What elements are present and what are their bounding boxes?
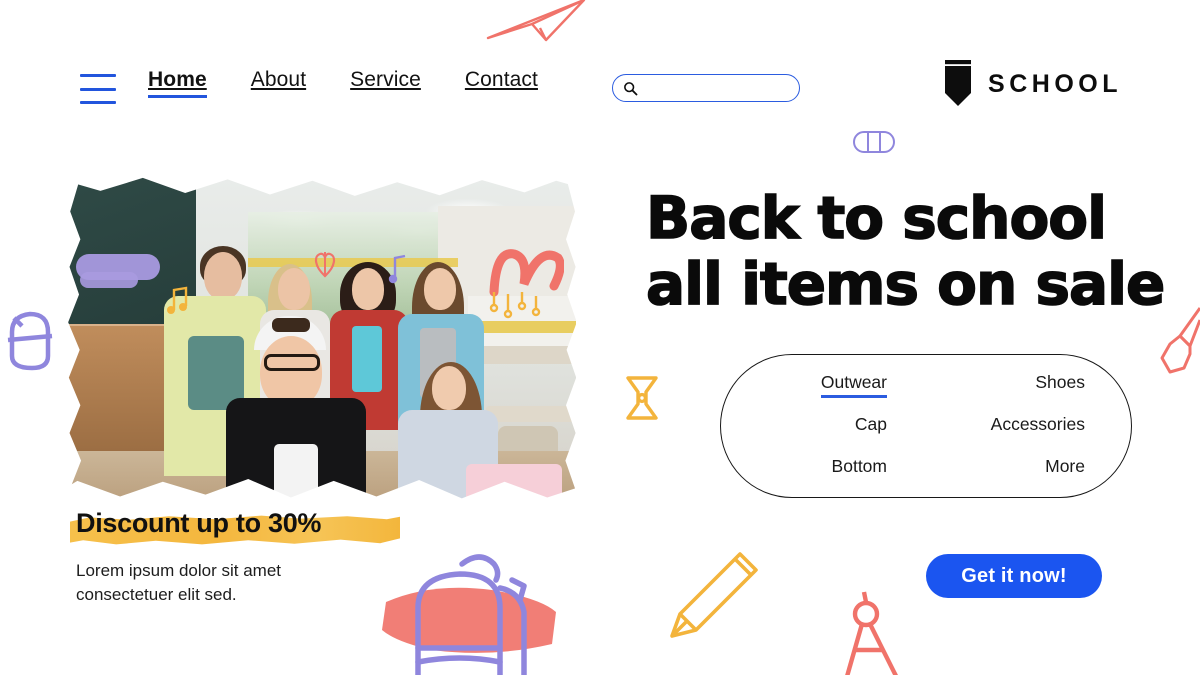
search-icon (624, 81, 638, 95)
compass-doodle (845, 591, 898, 675)
eraser-doodle-left (7, 311, 53, 371)
photo-music-note-doodle (167, 286, 188, 314)
photo-raindrop-doodle (489, 292, 541, 319)
hero-photo-image (68, 176, 576, 504)
hero-title-line-1: Back to school (645, 184, 1108, 252)
discount-text: Discount up to 30% (76, 508, 322, 538)
category-selector: Outwear Cap Bottom Shoes Accessories Mor… (720, 354, 1132, 498)
hamburger-line (80, 74, 116, 77)
promo-body-text: Lorem ipsum dolor sit amet consectetuer … (76, 559, 346, 607)
nav-item-service[interactable]: Service (350, 68, 421, 98)
category-cap[interactable]: Cap (855, 414, 887, 439)
search-bar[interactable] (612, 74, 800, 102)
photo-doodle-purple-stroke (80, 272, 138, 288)
get-it-now-button[interactable]: Get it now! (926, 554, 1102, 598)
photo-table (468, 346, 576, 364)
hamburger-line (80, 101, 116, 104)
hamburger-menu-icon[interactable] (80, 74, 116, 104)
nav-item-home[interactable]: Home (148, 68, 207, 98)
nav-item-about[interactable]: About (251, 68, 306, 98)
page-title: Back to school all items on sale (645, 184, 1166, 318)
hero-photo (68, 176, 576, 504)
search-input[interactable] (643, 81, 783, 95)
category-accessories[interactable]: Accessories (991, 414, 1085, 439)
eraser-doodle-top (853, 131, 895, 153)
category-shoes[interactable]: Shoes (1035, 372, 1085, 397)
promo-body-line-1: Lorem ipsum dolor sit amet (76, 561, 282, 580)
brand-name: SCHOOL (988, 69, 1122, 98)
nav-item-contact[interactable]: Contact (465, 68, 538, 98)
pencil-doodle (670, 552, 758, 638)
brand-logo[interactable]: SCHOOL (942, 60, 1122, 108)
category-outwear[interactable]: Outwear (820, 372, 888, 398)
backpack-doodle (382, 554, 556, 675)
category-bottom[interactable]: Bottom (832, 456, 887, 481)
discount-headline: Discount up to 30% (70, 508, 400, 545)
main-navigation: Home About Service Contact (148, 68, 582, 98)
landing-page: Home About Service Contact SCHOOL Back t… (0, 0, 1200, 675)
pencil-sharpener-doodle (626, 376, 658, 420)
paintbrush-doodle (1160, 307, 1200, 374)
photo-heart-doodle (314, 252, 336, 278)
pencil-shield-logo-icon (945, 60, 972, 106)
paper-plane-doodle (486, 0, 586, 42)
photo-music-note-doodle (388, 254, 406, 284)
hamburger-line (80, 87, 116, 91)
promo-body-line-2: consectetuer elit sed. (76, 585, 237, 605)
hero-title-line-2: all items on sale (645, 249, 1166, 318)
photo-table (486, 406, 576, 422)
category-more[interactable]: More (1045, 456, 1085, 481)
